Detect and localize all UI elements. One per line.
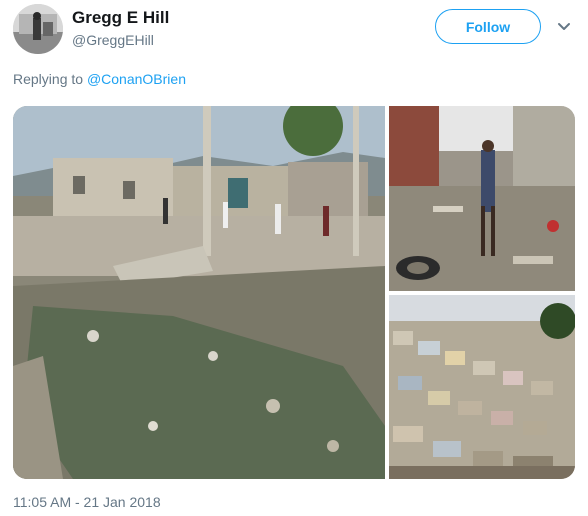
media-grid xyxy=(13,106,575,479)
avatar[interactable] xyxy=(13,4,63,54)
author-handle[interactable]: @GreggEHill xyxy=(72,32,154,48)
media-photo-canal[interactable] xyxy=(13,106,385,479)
reply-context: Replying to @ConanOBrien xyxy=(13,71,186,87)
reply-to-link[interactable]: @ConanOBrien xyxy=(87,71,186,87)
tweet-timestamp[interactable]: 11:05 AM - 21 Jan 2018 xyxy=(13,494,161,510)
reply-prefix: Replying to xyxy=(13,71,84,87)
media-photo-hillside[interactable] xyxy=(389,295,575,479)
avatar-image xyxy=(13,4,63,54)
chevron-down-icon[interactable] xyxy=(556,20,572,34)
follow-button[interactable]: Follow xyxy=(435,9,541,44)
author-name[interactable]: Gregg E Hill xyxy=(72,8,169,28)
media-photo-street[interactable] xyxy=(389,106,575,291)
